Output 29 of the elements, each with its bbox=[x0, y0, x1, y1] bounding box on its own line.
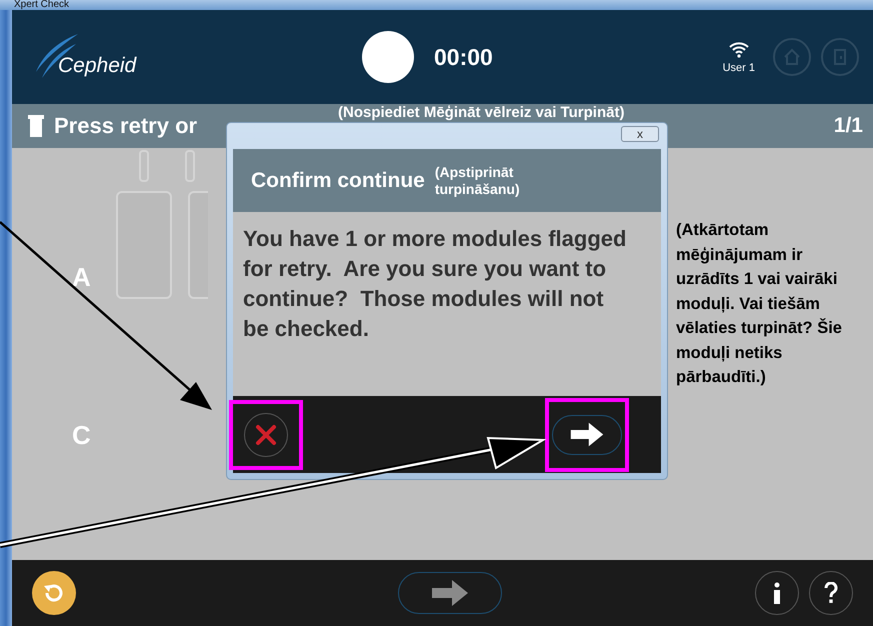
instruction-title: Press retry or bbox=[54, 113, 198, 139]
timer: 00:00 bbox=[434, 44, 493, 70]
close-button[interactable]: x bbox=[621, 126, 659, 142]
translation-note: (Atkārtotam mēģinājumam ir uzrādīts 1 vai vairāki moduļi. Vai tiešām vēlaties turpināt? Šie moduļi netiks pārbaudīti.) bbox=[676, 220, 843, 388]
dialog-title: Confirm continue bbox=[251, 168, 425, 192]
info-button[interactable] bbox=[755, 571, 799, 615]
window-title: Xpert Check bbox=[14, 0, 70, 10]
cancel-button[interactable] bbox=[244, 412, 288, 456]
door-icon bbox=[831, 48, 849, 66]
dialog-message: You have 1 or more modules flagged for retry. Are you sure you want to continue? Those modules will not be checked. bbox=[243, 225, 628, 343]
module-label: A bbox=[72, 262, 92, 293]
module-label: C bbox=[72, 420, 92, 451]
translation-note: (Apstiprināt turpināšanu) bbox=[434, 164, 521, 198]
user-name: User 1 bbox=[722, 62, 755, 74]
page-counter: 1/1 bbox=[834, 114, 863, 138]
home-icon bbox=[783, 48, 801, 66]
translation-note: (Nospiediet Mēģināt vēlreiz vai Turpināt) bbox=[338, 104, 624, 121]
continue-button[interactable] bbox=[398, 572, 502, 614]
wifi-icon bbox=[728, 40, 750, 58]
retry-button[interactable] bbox=[32, 571, 76, 615]
right-arrow-icon bbox=[430, 578, 470, 608]
next-button[interactable] bbox=[552, 414, 622, 454]
cartridge-icon bbox=[26, 113, 46, 139]
right-arrow-icon bbox=[569, 421, 605, 448]
brand-name: Cepheid bbox=[58, 54, 136, 78]
help-icon bbox=[824, 582, 838, 604]
help-button[interactable] bbox=[809, 571, 853, 615]
info-icon bbox=[772, 582, 782, 604]
status-circle bbox=[362, 31, 414, 83]
